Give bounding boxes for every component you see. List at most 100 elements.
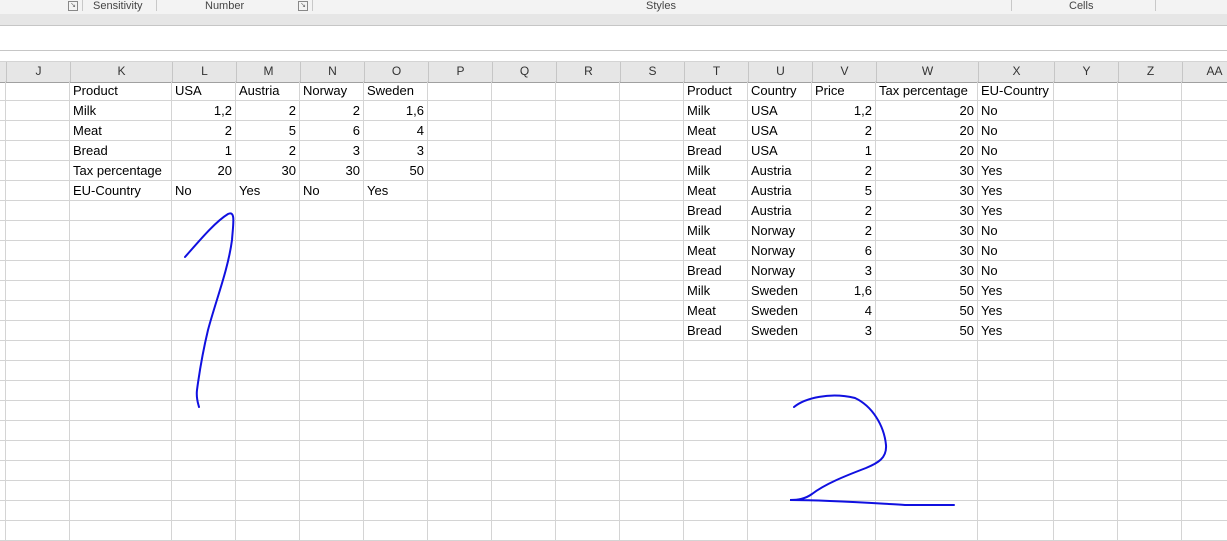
cell-U1[interactable]: Country (748, 81, 812, 101)
cell-W14[interactable] (876, 341, 978, 361)
cell-Y8[interactable] (1054, 221, 1118, 241)
cell-N11[interactable] (300, 281, 364, 301)
cell-V21[interactable] (812, 481, 876, 501)
cell-Y9[interactable] (1054, 241, 1118, 261)
cell-Z23[interactable] (1118, 521, 1182, 541)
cell-N2[interactable]: 2 (300, 101, 364, 121)
cell-Y19[interactable] (1054, 441, 1118, 461)
cell-P18[interactable] (428, 421, 492, 441)
column-header-AA[interactable]: AA (1182, 62, 1227, 82)
cell-Q2[interactable] (492, 101, 556, 121)
cell-R16[interactable] (556, 381, 620, 401)
cell-L13[interactable] (172, 321, 236, 341)
cell-U10[interactable]: Norway (748, 261, 812, 281)
cell-Y3[interactable] (1054, 121, 1118, 141)
cell-U12[interactable]: Sweden (748, 301, 812, 321)
cell-R20[interactable] (556, 461, 620, 481)
cell-V6[interactable]: 5 (812, 181, 876, 201)
cell-O17[interactable] (364, 401, 428, 421)
cell-S14[interactable] (620, 341, 684, 361)
cell-O15[interactable] (364, 361, 428, 381)
cell-Y18[interactable] (1054, 421, 1118, 441)
cell-P22[interactable] (428, 501, 492, 521)
cell-W5[interactable]: 30 (876, 161, 978, 181)
cell-T22[interactable] (684, 501, 748, 521)
cell-Z12[interactable] (1118, 301, 1182, 321)
cell-S23[interactable] (620, 521, 684, 541)
cell-V20[interactable] (812, 461, 876, 481)
cell-M8[interactable] (236, 221, 300, 241)
cell-Q3[interactable] (492, 121, 556, 141)
cell-T4[interactable]: Bread (684, 141, 748, 161)
cell-K1[interactable]: Product (70, 81, 172, 101)
cell-V3[interactable]: 2 (812, 121, 876, 141)
cell-Z18[interactable] (1118, 421, 1182, 441)
cell-R15[interactable] (556, 361, 620, 381)
cell-S3[interactable] (620, 121, 684, 141)
cell-Z14[interactable] (1118, 341, 1182, 361)
cell-R8[interactable] (556, 221, 620, 241)
cell-W15[interactable] (876, 361, 978, 381)
cell-N6[interactable]: No (300, 181, 364, 201)
cell-N4[interactable]: 3 (300, 141, 364, 161)
cell-T16[interactable] (684, 381, 748, 401)
cell-S20[interactable] (620, 461, 684, 481)
cell-AA7[interactable] (1182, 201, 1227, 221)
cell-R2[interactable] (556, 101, 620, 121)
cell-J9[interactable] (6, 241, 70, 261)
cell-O23[interactable] (364, 521, 428, 541)
cell-P15[interactable] (428, 361, 492, 381)
cell-AA8[interactable] (1182, 221, 1227, 241)
cell-W7[interactable]: 30 (876, 201, 978, 221)
cell-AA9[interactable] (1182, 241, 1227, 261)
cell-W21[interactable] (876, 481, 978, 501)
column-header-M[interactable]: M (236, 62, 300, 82)
cell-U6[interactable]: Austria (748, 181, 812, 201)
column-header-K[interactable]: K (70, 62, 172, 82)
cell-U7[interactable]: Austria (748, 201, 812, 221)
column-header-X[interactable]: X (978, 62, 1054, 82)
cell-Y6[interactable] (1054, 181, 1118, 201)
cell-Z7[interactable] (1118, 201, 1182, 221)
cell-V13[interactable]: 3 (812, 321, 876, 341)
cell-V12[interactable]: 4 (812, 301, 876, 321)
cell-K22[interactable] (70, 501, 172, 521)
cell-R18[interactable] (556, 421, 620, 441)
cell-R5[interactable] (556, 161, 620, 181)
cell-S17[interactable] (620, 401, 684, 421)
cell-S4[interactable] (620, 141, 684, 161)
cell-S5[interactable] (620, 161, 684, 181)
cell-AA17[interactable] (1182, 401, 1227, 421)
cell-T13[interactable]: Bread (684, 321, 748, 341)
cell-O6[interactable]: Yes (364, 181, 428, 201)
cell-O11[interactable] (364, 281, 428, 301)
cell-AA3[interactable] (1182, 121, 1227, 141)
cell-Z11[interactable] (1118, 281, 1182, 301)
cell-U2[interactable]: USA (748, 101, 812, 121)
cell-O12[interactable] (364, 301, 428, 321)
cell-P21[interactable] (428, 481, 492, 501)
cell-X3[interactable]: No (978, 121, 1054, 141)
cell-Q14[interactable] (492, 341, 556, 361)
cell-W22[interactable] (876, 501, 978, 521)
cell-L5[interactable]: 20 (172, 161, 236, 181)
cell-U15[interactable] (748, 361, 812, 381)
cell-P1[interactable] (428, 81, 492, 101)
cell-Y2[interactable] (1054, 101, 1118, 121)
cell-V16[interactable] (812, 381, 876, 401)
cell-X14[interactable] (978, 341, 1054, 361)
cell-S1[interactable] (620, 81, 684, 101)
cell-M12[interactable] (236, 301, 300, 321)
cell-R12[interactable] (556, 301, 620, 321)
cell-K3[interactable]: Meat (70, 121, 172, 141)
cell-O14[interactable] (364, 341, 428, 361)
cell-Q20[interactable] (492, 461, 556, 481)
cell-T21[interactable] (684, 481, 748, 501)
cell-M14[interactable] (236, 341, 300, 361)
cell-X8[interactable]: No (978, 221, 1054, 241)
cell-J22[interactable] (6, 501, 70, 521)
cell-N16[interactable] (300, 381, 364, 401)
cell-P14[interactable] (428, 341, 492, 361)
cell-L23[interactable] (172, 521, 236, 541)
cell-T7[interactable]: Bread (684, 201, 748, 221)
